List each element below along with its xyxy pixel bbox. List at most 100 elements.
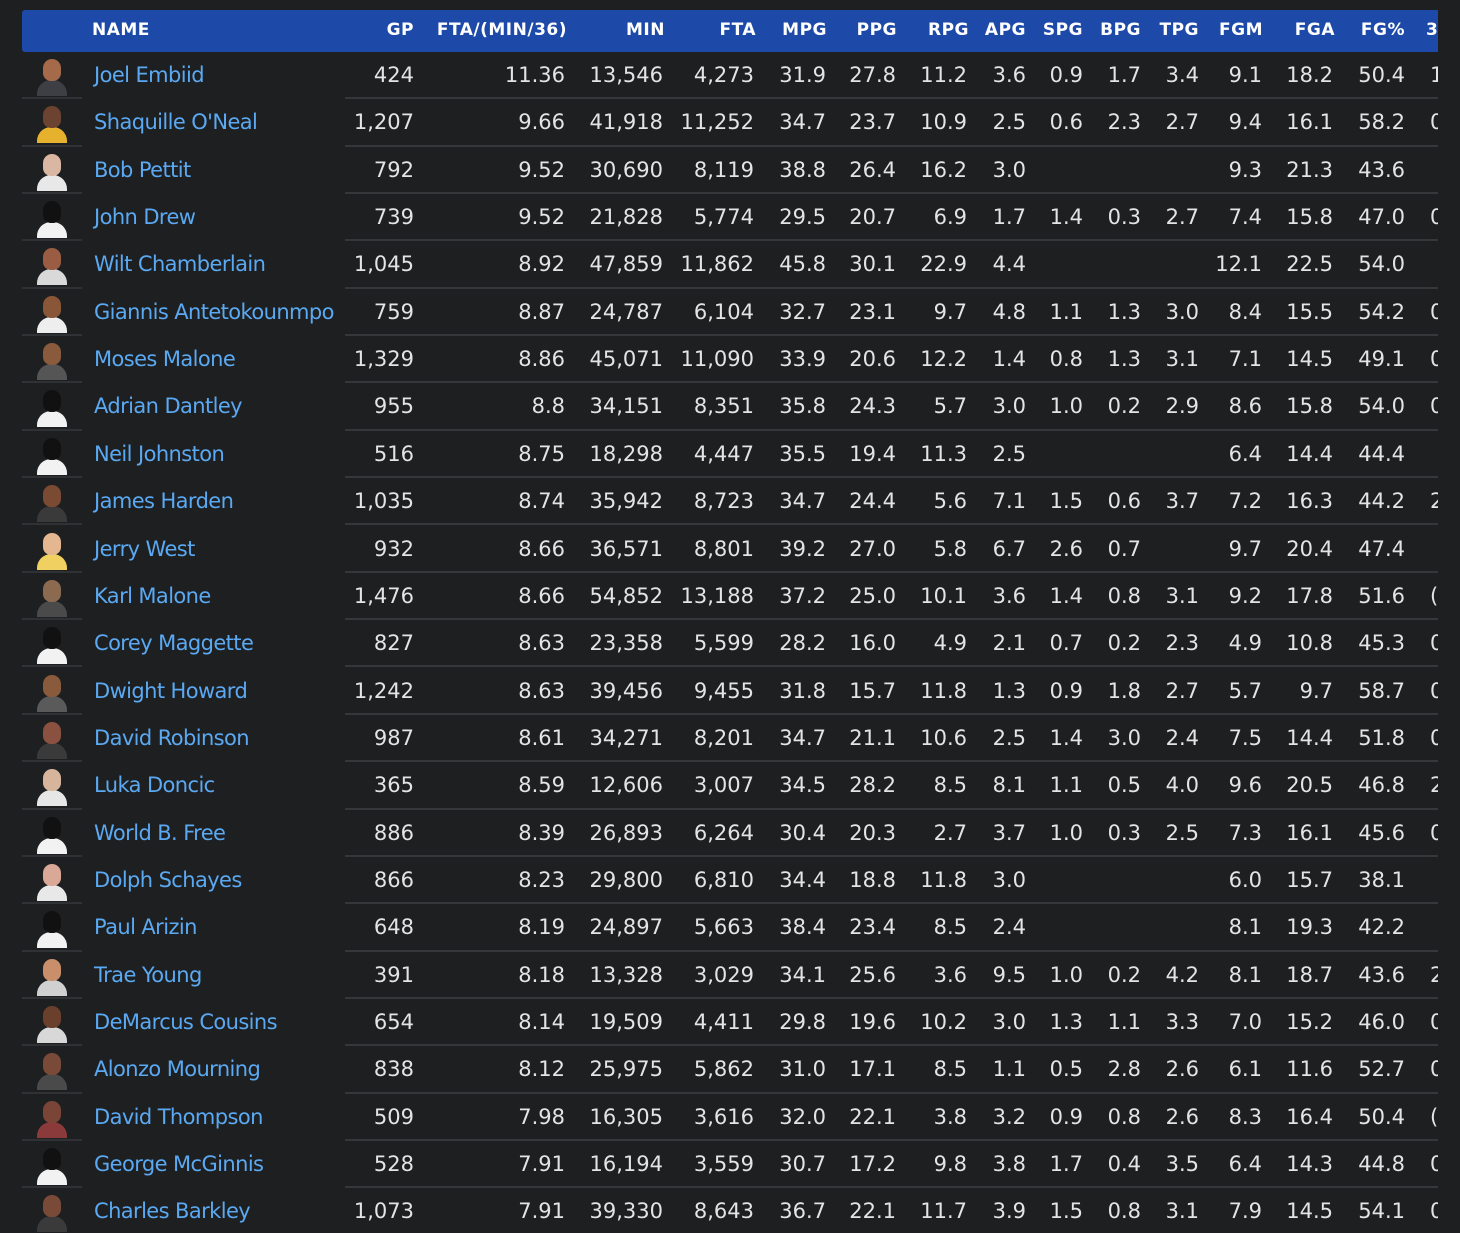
table-row[interactable]: Luka Doncic 365 8.59 12,606 3,007 34.5 28.2 8.5… — [22, 762, 1438, 810]
table-row[interactable]: Jerry West 932 8.66 36,571 8,801 39.2 27.0 5.8 6… — [22, 526, 1438, 573]
table-header: NAME GP FTA/(MIN/36) MIN FTA MPG PPG RPG APG SPG B… — [22, 10, 1438, 52]
table-row[interactable]: Bob Pettit 792 9.52 30,690 8,119 38.8 26.4 16.2… — [22, 147, 1438, 194]
player-name-link[interactable]: George McGinnis — [94, 1141, 264, 1188]
player-name-link[interactable]: Luka Doncic — [94, 762, 215, 809]
column-header-ppg[interactable]: PPG — [857, 10, 897, 52]
stat-fgm: 12.1 — [1215, 252, 1262, 277]
column-header-rpg[interactable]: RPG — [928, 10, 969, 52]
stat-gp: 1,476 — [353, 583, 414, 608]
table-row[interactable]: Giannis Antetokounmpo 759 8.87 24,787 6,104 3… — [22, 289, 1438, 337]
table-row[interactable]: World B. Free 886 8.39 26,893 6,264 30.4 20.3 2… — [22, 810, 1438, 857]
table-row[interactable]: Wilt Chamberlain 1,045 8.92 47,859 11,862 45.… — [22, 241, 1438, 289]
column-header-gp[interactable]: GP — [387, 10, 414, 52]
player-avatar — [34, 530, 70, 570]
avatar-jersey — [37, 316, 67, 333]
player-name-link[interactable]: James Harden — [94, 478, 234, 525]
stat-fta: 3,007 — [693, 773, 754, 798]
player-name-link[interactable]: Adrian Dantley — [94, 383, 243, 430]
player-name-link[interactable]: Corey Maggette — [94, 620, 254, 667]
player-name-link[interactable]: Jerry West — [94, 526, 195, 573]
player-name-link[interactable]: Karl Malone — [94, 573, 211, 620]
stat-rpg: 3.8 — [933, 1104, 967, 1129]
stat-tpg: 2.7 — [1165, 205, 1199, 230]
player-avatar — [34, 861, 70, 901]
stat-fta: 6,264 — [693, 820, 754, 845]
column-header-name[interactable]: NAME — [92, 10, 150, 52]
column-header-spg[interactable]: SPG — [1043, 10, 1083, 52]
stat-min: 34,271 — [589, 725, 663, 750]
column-header-fgm[interactable]: FGM — [1219, 10, 1263, 52]
player-name-link[interactable]: Charles Barkley — [94, 1188, 251, 1233]
stat-fga: 10.8 — [1286, 631, 1333, 656]
stat-fg-pct: 43.6 — [1358, 157, 1405, 182]
column-header-3[interactable]: 3 — [1426, 10, 1438, 52]
stat-apg: 3.0 — [992, 1010, 1026, 1034]
table-row[interactable]: DeMarcus Cousins 654 8.14 19,509 4,411 29.8 19… — [22, 999, 1438, 1047]
stat-rpg: 5.8 — [933, 536, 967, 561]
stat-fta: 8,801 — [693, 536, 754, 561]
stat-mpg: 35.5 — [779, 441, 826, 466]
table-row[interactable]: Dolph Schayes 866 8.23 29,800 6,810 34.4 18.8 1… — [22, 857, 1438, 905]
stat-spg: 1.0 — [1049, 962, 1083, 987]
column-header-fga[interactable]: FGA — [1295, 10, 1335, 52]
player-name-link[interactable]: Neil Johnston — [94, 431, 225, 478]
column-header-fg[interactable]: FG% — [1361, 10, 1405, 52]
column-header-fta[interactable]: FTA — [719, 10, 756, 52]
stat-fta: 8,723 — [693, 489, 754, 514]
stat-ppg: 25.0 — [849, 583, 896, 608]
player-name-link[interactable]: Alonzo Mourning — [94, 1046, 261, 1093]
column-header-bpg[interactable]: BPG — [1100, 10, 1141, 52]
player-name-link[interactable]: John Drew — [94, 194, 196, 241]
column-header-apg[interactable]: APG — [985, 10, 1026, 52]
player-name-link[interactable]: Bob Pettit — [94, 147, 191, 194]
player-name-link[interactable]: Joel Embiid — [94, 52, 205, 99]
table-row[interactable]: Shaquille O'Neal 1,207 9.66 41,918 11,252 34.… — [22, 99, 1438, 147]
player-name-link[interactable]: Moses Malone — [94, 336, 236, 383]
stat-bpg: 0.6 — [1107, 489, 1141, 514]
stat-gp: 509 — [373, 1104, 414, 1129]
player-name-link[interactable]: World B. Free — [94, 810, 226, 857]
stat-fta: 5,663 — [693, 915, 754, 940]
player-name-link[interactable]: Shaquille O'Neal — [94, 99, 258, 146]
table-row[interactable]: Karl Malone 1,476 8.66 54,852 13,188 37.2 25.0… — [22, 573, 1438, 621]
table-row[interactable]: Paul Arizin 648 8.19 24,897 5,663 38.4 23.4 8.5… — [22, 904, 1438, 952]
player-name-link[interactable]: Dwight Howard — [94, 668, 248, 715]
player-name-link[interactable]: DeMarcus Cousins — [94, 999, 278, 1046]
stat-spg: 1.5 — [1049, 1199, 1083, 1224]
column-header-tpg[interactable]: TPG — [1159, 10, 1199, 52]
table-row[interactable]: Adrian Dantley 955 8.8 34,151 8,351 35.8 24.3 5… — [22, 383, 1438, 431]
stat-fg-pct: 44.8 — [1358, 1152, 1405, 1177]
column-header-fta-min-36[interactable]: FTA/(MIN/36) — [437, 10, 567, 52]
table-row[interactable]: Trae Young 391 8.18 13,328 3,029 34.1 25.6 3.6 9… — [22, 952, 1438, 999]
stat-fga: 16.1 — [1286, 820, 1333, 845]
player-name-link[interactable]: Wilt Chamberlain — [94, 241, 266, 288]
table-row[interactable]: Joel Embiid 424 11.36 13,546 4,273 31.9 27.8 11… — [22, 52, 1438, 100]
stat-fta: 9,455 — [693, 678, 754, 703]
table-row[interactable]: Moses Malone 1,329 8.86 45,071 11,090 33.9 20.… — [22, 336, 1438, 384]
stat-fg-pct: 54.0 — [1358, 252, 1405, 277]
player-name-link[interactable]: Paul Arizin — [94, 904, 197, 951]
avatar-jersey — [37, 80, 67, 96]
column-header-min[interactable]: MIN — [626, 10, 665, 52]
player-name-link[interactable]: David Robinson — [94, 715, 250, 762]
column-header-mpg[interactable]: MPG — [782, 10, 827, 52]
stat-fg-pct: 51.8 — [1358, 725, 1405, 750]
table-row[interactable]: David Thompson 509 7.98 16,305 3,616 32.0 22.1… — [22, 1094, 1438, 1141]
player-name-link[interactable]: David Thompson — [94, 1094, 263, 1141]
table-row[interactable]: George McGinnis 528 7.91 16,194 3,559 30.7 17.… — [22, 1141, 1438, 1189]
player-name-link[interactable]: Giannis Antetokounmpo — [94, 289, 334, 336]
table-row[interactable]: Dwight Howard 1,242 8.63 39,456 9,455 31.8 15.… — [22, 668, 1438, 715]
table-row[interactable]: Alonzo Mourning 838 8.12 25,975 5,862 31.0 17.… — [22, 1046, 1438, 1094]
table-row[interactable]: Corey Maggette 827 8.63 23,358 5,599 28.2 16.0… — [22, 620, 1438, 668]
stat-spg: 0.9 — [1049, 63, 1083, 87]
table-row[interactable]: David Robinson 987 8.61 34,271 8,201 34.7 21.1… — [22, 715, 1438, 763]
player-name-link[interactable]: Trae Young — [94, 952, 202, 999]
table-row[interactable]: Charles Barkley 1,073 7.91 39,330 8,643 36.7 2… — [22, 1188, 1438, 1233]
table-row[interactable]: James Harden 1,035 8.74 35,942 8,723 34.7 24.4… — [22, 478, 1438, 526]
player-avatar — [34, 814, 70, 854]
table-row[interactable]: John Drew 739 9.52 21,828 5,774 29.5 20.7 6.9 1.… — [22, 194, 1438, 242]
player-name-link[interactable]: Dolph Schayes — [94, 857, 242, 904]
stat-apg: 6.7 — [992, 536, 1026, 561]
avatar-head — [43, 153, 61, 176]
table-row[interactable]: Neil Johnston 516 8.75 18,298 4,447 35.5 19.4 1… — [22, 431, 1438, 479]
